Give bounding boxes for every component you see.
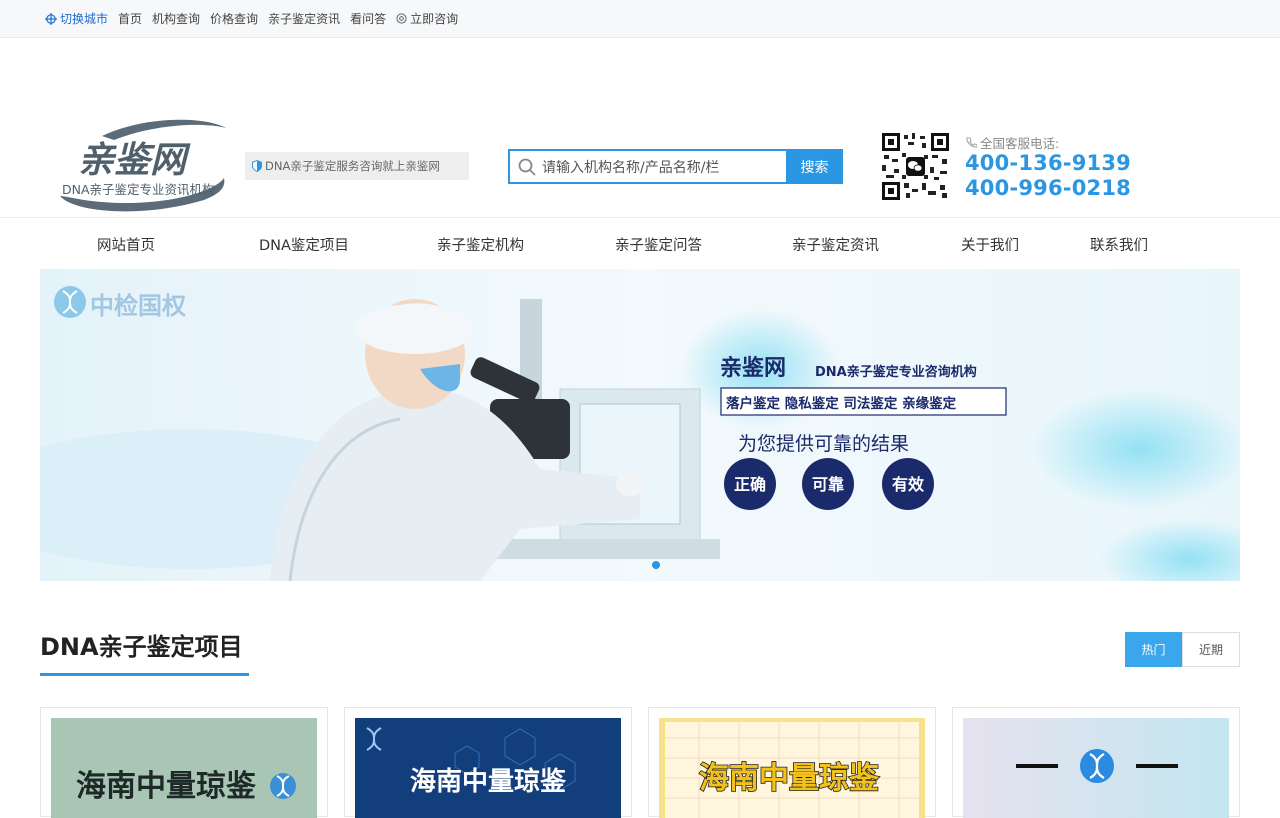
project-card[interactable] [952, 707, 1240, 818]
phone-label: 全国客服电话: [966, 133, 1059, 152]
wechat-qr-code [882, 133, 949, 200]
nav-item-home[interactable]: 网站首页 [97, 234, 155, 255]
nav-item-news[interactable]: 亲子鉴定资讯 [792, 234, 879, 255]
phone-label-text: 全国客服电话: [980, 136, 1060, 151]
banner-brand: 亲鉴网 [720, 356, 786, 381]
card-image: 海南中量琼鉴 [355, 718, 621, 818]
top-link-home[interactable]: 首页 [118, 10, 142, 27]
slogan-text: DNA亲子鉴定服务咨询就上亲鉴网 [265, 159, 440, 173]
crosshair-icon [45, 12, 57, 25]
badge-correct: 正确 [734, 475, 766, 494]
slogan-badge: DNA亲子鉴定服务咨询就上亲鉴网 [245, 152, 469, 180]
project-card[interactable]: 海南中量琼鉴 [40, 707, 328, 818]
switch-city-label: 切换城市 [60, 12, 109, 26]
nav-item-qa[interactable]: 亲子鉴定问答 [615, 234, 702, 255]
search-placeholder: 请输入机构名称/产品名称/栏 [542, 159, 720, 176]
section-tabs: 热门 近期 [1125, 632, 1240, 667]
site-header: 亲鉴网 DNA亲子鉴定专业资讯机构 DNA亲子鉴定服务咨询就上亲鉴网 请输入机构… [0, 38, 1280, 218]
top-link-consult[interactable]: 立即咨询 [396, 10, 458, 27]
svg-text:亲鉴网: 亲鉴网 [78, 140, 191, 181]
project-card[interactable]: 海南中量琼鉴 [648, 707, 936, 818]
svg-text:DNA亲子鉴定专业资讯机构: DNA亲子鉴定专业资讯机构 [62, 182, 215, 197]
tab-recent[interactable]: 近期 [1182, 632, 1240, 667]
nav-item-institutions[interactable]: 亲子鉴定机构 [437, 234, 524, 255]
banner-illustration: 中检国权 亲鉴网 DNA亲子鉴定专业咨询机构 落户鉴定 隐私鉴定 司法鉴定 亲缘… [40, 269, 1240, 581]
badge-reliable: 可靠 [812, 475, 844, 494]
nav-item-dna-projects[interactable]: DNA鉴定项目 [259, 234, 349, 255]
banner-tagline: 为您提供可靠的结果 [738, 433, 909, 455]
card-image: 海南中量琼鉴 [659, 718, 925, 818]
card-image: 海南中量琼鉴 [51, 718, 317, 818]
consult-label: 立即咨询 [410, 12, 459, 26]
nav-item-contact[interactable]: 联系我们 [1090, 234, 1148, 255]
section-title-underline [40, 673, 249, 676]
badge-effective: 有效 [892, 475, 924, 494]
banner-services: 落户鉴定 隐私鉴定 司法鉴定 亲缘鉴定 [726, 395, 957, 412]
target-icon [396, 13, 407, 24]
nav-item-about[interactable]: 关于我们 [961, 234, 1019, 255]
hero-banner[interactable]: 中检国权 亲鉴网 DNA亲子鉴定专业咨询机构 落户鉴定 隐私鉴定 司法鉴定 亲缘… [40, 269, 1240, 581]
phone-number-2[interactable]: 400-996-0218 [965, 176, 1131, 200]
top-link-org-search[interactable]: 机构查询 [152, 10, 200, 27]
top-link-qa[interactable]: 看问答 [350, 10, 386, 27]
shield-icon [252, 160, 262, 172]
phone-number-1[interactable]: 400-136-9139 [965, 151, 1131, 175]
search-button[interactable]: 搜索 [786, 149, 843, 184]
carousel-dot[interactable] [652, 561, 660, 569]
card-image [963, 718, 1229, 818]
main-nav: 网站首页 DNA鉴定项目 亲子鉴定机构 亲子鉴定问答 亲子鉴定资讯 关于我们 联… [0, 218, 1280, 268]
banner-brand-sub: DNA亲子鉴定专业咨询机构 [815, 364, 977, 380]
site-logo[interactable]: 亲鉴网 DNA亲子鉴定专业资讯机构 [54, 118, 228, 216]
svg-text:海南中量琼鉴: 海南中量琼鉴 [699, 761, 880, 796]
phone-icon [966, 137, 977, 148]
search-icon [518, 158, 536, 176]
search-bar: 请输入机构名称/产品名称/栏 搜索 [508, 149, 843, 184]
project-card[interactable]: 海南中量琼鉴 [344, 707, 632, 818]
search-input[interactable]: 请输入机构名称/产品名称/栏 [508, 149, 786, 184]
tab-hot[interactable]: 热门 [1125, 632, 1182, 667]
top-bar: 切换城市 首页 机构查询 价格查询 亲子鉴定资讯 看问答 立即咨询 [0, 0, 1280, 38]
top-link-price-search[interactable]: 价格查询 [210, 10, 258, 27]
svg-text:海南中量琼鉴: 海南中量琼鉴 [76, 769, 257, 804]
switch-city-link[interactable]: 切换城市 [45, 10, 108, 27]
svg-text:海南中量琼鉴: 海南中量琼鉴 [410, 767, 567, 797]
org-logo-text: 中检国权 [90, 292, 186, 320]
top-link-news[interactable]: 亲子鉴定资讯 [268, 10, 340, 27]
section-title: DNA亲子鉴定项目 [40, 633, 243, 661]
